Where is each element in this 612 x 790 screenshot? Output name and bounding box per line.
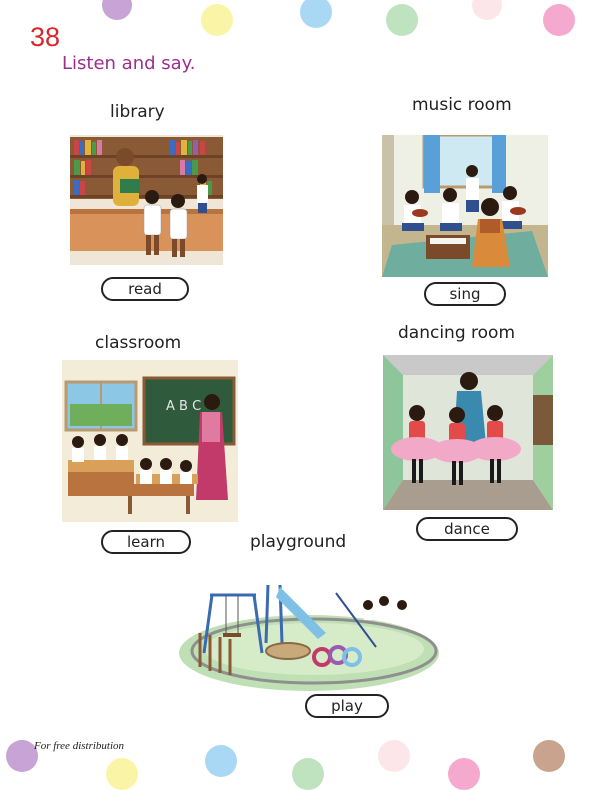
action-word-dance: dance [416, 517, 518, 541]
decor-dot [205, 745, 237, 777]
dancing-room-illustration [383, 355, 553, 510]
decor-dot [533, 740, 565, 772]
library-illustration [70, 135, 223, 265]
action-word-play: play [305, 694, 389, 718]
playground-illustration [176, 563, 442, 695]
action-word-learn: learn [101, 530, 191, 554]
decor-dot [472, 0, 502, 20]
instruction: Listen and say. [62, 53, 196, 74]
place-label-classroom: classroom [95, 333, 182, 353]
music-room-illustration [382, 135, 548, 277]
decor-dot [201, 4, 233, 36]
decor-dot [106, 758, 138, 790]
decor-dot [300, 0, 332, 28]
decor-dot [378, 740, 410, 772]
decor-dot [292, 758, 324, 790]
board-text: A B C [166, 399, 201, 414]
place-label-library: library [110, 102, 165, 122]
place-label-music-room: music room [412, 95, 512, 115]
decor-dot [102, 0, 132, 20]
action-word-read: read [101, 277, 189, 301]
footer-note: For free distribution [34, 740, 125, 752]
decor-dot [386, 4, 418, 36]
action-word-sing: sing [424, 282, 506, 306]
decor-dot [543, 4, 575, 36]
classroom-illustration: A B C [62, 360, 238, 522]
decor-dot [448, 758, 480, 790]
place-label-dancing-room: dancing room [398, 323, 515, 343]
page-number: 38 [30, 22, 61, 52]
place-label-playground: playground [250, 532, 347, 552]
